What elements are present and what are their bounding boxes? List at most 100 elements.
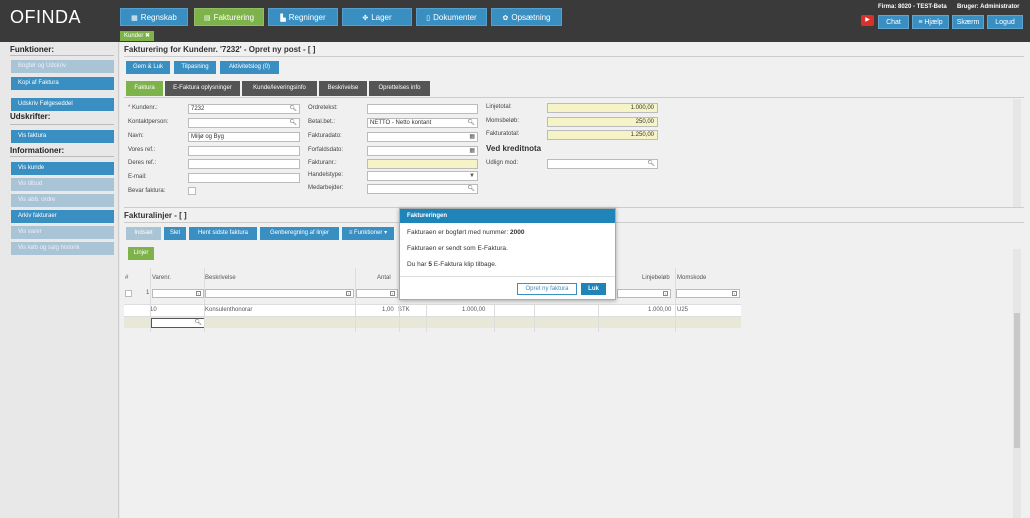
indsaet-button[interactable]: Indsæt bbox=[126, 227, 161, 240]
company-info: Firma: 8020 - TEST-Beta bbox=[878, 4, 947, 10]
nav-opsaetning[interactable]: ✿ Opsætning bbox=[491, 8, 562, 26]
forfaldsdato-input[interactable]: ▦ bbox=[367, 146, 478, 156]
navn-input[interactable]: Miljø og Byg bbox=[188, 132, 300, 142]
nav-lager[interactable]: ✤ Lager bbox=[342, 8, 412, 26]
opret-ny-faktura-button[interactable]: Opret ny faktura bbox=[517, 283, 577, 295]
aktivitetslog-button[interactable]: Aktivitetslog (0) bbox=[220, 61, 279, 74]
linjer-button[interactable]: Linjer bbox=[128, 247, 154, 260]
calendar-icon[interactable]: ▦ bbox=[469, 133, 475, 141]
kundenr-input[interactable]: 7232 🔍︎ bbox=[188, 104, 300, 114]
sidebar-item-udskriv-folgeseddel[interactable]: Udskriv Følgeseddel bbox=[11, 98, 114, 111]
col-header-linjebelob[interactable]: Linjebeløb bbox=[642, 275, 670, 281]
filter-icon[interactable]: ▫ bbox=[663, 291, 668, 296]
sidebar-item-bogfor[interactable]: Bogfør og Udskriv bbox=[11, 60, 114, 73]
filter-beskrivelse[interactable]: ▫ bbox=[205, 289, 354, 298]
table-row[interactable]: 10 Konsulenthonorar 1,00 STK 1.000,00 1.… bbox=[124, 304, 741, 316]
filter-momskode[interactable]: ▫ bbox=[676, 289, 740, 298]
tab-oprettelses-info[interactable]: Oprettelses info bbox=[369, 81, 430, 96]
filter-icon[interactable]: ▫ bbox=[196, 291, 201, 296]
lines-scrollbar[interactable] bbox=[1013, 249, 1021, 518]
search-icon[interactable]: 🔍︎ bbox=[194, 319, 202, 327]
chevron-down-icon: ▼ bbox=[469, 173, 475, 179]
vores-ref-input[interactable] bbox=[188, 146, 300, 156]
filter-row-number: 1 bbox=[146, 290, 150, 296]
sidebar-item-arkiv-fakturaer[interactable]: Arkiv fakturaer bbox=[11, 210, 114, 223]
dialog-message-klip: Du har 5 E-Faktura klip tilbage. bbox=[407, 261, 497, 268]
nav-fakturering[interactable]: ▤ Fakturering bbox=[194, 8, 264, 26]
linjetotal-value: 1.000,00 bbox=[547, 103, 658, 113]
tilpasning-button[interactable]: Tilpasning bbox=[174, 61, 216, 74]
document-icon: ▯ bbox=[426, 15, 431, 22]
funktioner-dropdown[interactable]: ≡ Funktioner ▾ bbox=[342, 227, 394, 240]
nav-regnskab[interactable]: ▦ Regnskab bbox=[120, 8, 188, 26]
sidebar-item-kopi-faktura[interactable]: Kopi af Faktura bbox=[11, 77, 114, 90]
gem-luk-button[interactable]: Gem & Luk bbox=[126, 61, 170, 74]
help-button[interactable]: ≡ Hjælp bbox=[912, 15, 949, 29]
sidebar-item-vis-faktura[interactable]: Vis faktura bbox=[11, 130, 114, 143]
nav-dokumenter[interactable]: ▯ Dokumenter bbox=[416, 8, 487, 26]
filter-linjebelob[interactable]: ▫ bbox=[617, 289, 671, 298]
email-input[interactable] bbox=[188, 173, 300, 183]
calendar-icon[interactable]: ▦ bbox=[469, 147, 475, 155]
kontaktperson-input[interactable]: 🔍︎ bbox=[188, 118, 300, 128]
medarbejder-input[interactable]: 🔍︎ bbox=[367, 184, 478, 194]
search-icon[interactable]: 🔍︎ bbox=[647, 160, 655, 168]
filter-antal[interactable]: ▫ bbox=[356, 289, 398, 298]
scroll-thumb[interactable] bbox=[1014, 313, 1020, 448]
logout-button[interactable]: Logud bbox=[987, 15, 1023, 29]
search-icon[interactable]: 🔍︎ bbox=[467, 185, 475, 193]
tab-kunder[interactable]: Kunder ✖ bbox=[120, 31, 155, 41]
col-header-varenr[interactable]: Varenr. bbox=[152, 275, 171, 281]
screen-button[interactable]: Skærm bbox=[952, 15, 984, 29]
filter-icon[interactable]: ▫ bbox=[390, 291, 395, 296]
fakturadato-input[interactable]: ▦ bbox=[367, 132, 478, 142]
tab-beskrivelse[interactable]: Beskrivelse bbox=[319, 81, 367, 96]
hent-sidste-faktura-button[interactable]: Hent sidste faktura bbox=[189, 227, 257, 240]
video-play-icon[interactable]: ▶ bbox=[861, 15, 874, 26]
form-scrollbar[interactable] bbox=[1013, 99, 1021, 207]
filter-varenr[interactable]: ▫ bbox=[152, 289, 204, 298]
cell-linjebelob: 1.000,00 bbox=[648, 307, 672, 313]
email-label: E-mail: bbox=[128, 174, 147, 180]
sidebar-item-vis-abb-ordre[interactable]: Vis abb. ordre bbox=[11, 194, 114, 207]
sidebar-item-vis-tilbud[interactable]: Vis tilbud bbox=[11, 178, 114, 191]
filter-icon[interactable]: ▫ bbox=[732, 291, 737, 296]
fakturanr-input[interactable] bbox=[367, 159, 478, 169]
deres-ref-input[interactable] bbox=[188, 159, 300, 169]
tab-efaktura[interactable]: E-Faktura oplysninger bbox=[165, 81, 240, 96]
genberegning-button[interactable]: Genberegning af linjer bbox=[260, 227, 339, 240]
col-header-beskrivelse[interactable]: Beskrivelse bbox=[205, 275, 236, 281]
cell-momskode: U25 bbox=[677, 307, 689, 313]
new-varenr-input[interactable]: 🔍︎ bbox=[151, 318, 205, 328]
search-icon[interactable]: 🔍︎ bbox=[467, 119, 475, 127]
chat-button[interactable]: Chat bbox=[878, 15, 909, 29]
filter-icon[interactable]: ▫ bbox=[346, 291, 351, 296]
new-row[interactable]: 🔍︎ bbox=[124, 316, 741, 328]
vores-ref-label: Vores ref.: bbox=[128, 147, 156, 153]
gear-icon: ✿ bbox=[502, 15, 509, 22]
kontaktperson-label: Kontaktperson: bbox=[128, 119, 169, 125]
ordretekst-input[interactable] bbox=[367, 104, 478, 114]
divider bbox=[124, 56, 1024, 57]
divider bbox=[400, 276, 615, 277]
sidebar-item-vis-kunde[interactable]: Vis kunde bbox=[11, 162, 114, 175]
udlign-input[interactable]: 🔍︎ bbox=[547, 159, 658, 169]
search-icon[interactable]: 🔍︎ bbox=[289, 105, 297, 113]
fakturanr-label: Fakturanr.: bbox=[308, 160, 337, 166]
tab-faktura[interactable]: Faktura bbox=[126, 81, 163, 96]
col-header-momskode[interactable]: Momskode bbox=[677, 275, 706, 281]
tab-kunde-levering[interactable]: Kunde/leveringsinfo bbox=[242, 81, 317, 96]
sidebar-item-historik[interactable]: Vis køb og salg historik bbox=[11, 242, 114, 255]
bevar-faktura-checkbox[interactable] bbox=[188, 187, 196, 195]
slet-button[interactable]: Slet bbox=[164, 227, 186, 240]
handelstype-select[interactable]: ▼ bbox=[367, 171, 478, 181]
search-icon[interactable]: 🔍︎ bbox=[289, 119, 297, 127]
sidebar-item-vis-varer[interactable]: Vis varer bbox=[11, 226, 114, 239]
betal-bet-input[interactable]: NETTO - Netto kontant 🔍︎ bbox=[367, 118, 478, 128]
nav-regninger[interactable]: ▙ Regninger bbox=[268, 8, 338, 26]
select-all-checkbox[interactable] bbox=[125, 290, 132, 297]
forfaldsdato-label: Forfaldsdato: bbox=[308, 147, 344, 153]
col-header-antal[interactable]: Antal bbox=[377, 275, 391, 281]
luk-button[interactable]: Luk bbox=[581, 283, 606, 295]
top-bar: OFINDA ▦ Regnskab ▤ Fakturering ▙ Regninger… bbox=[0, 0, 1030, 42]
